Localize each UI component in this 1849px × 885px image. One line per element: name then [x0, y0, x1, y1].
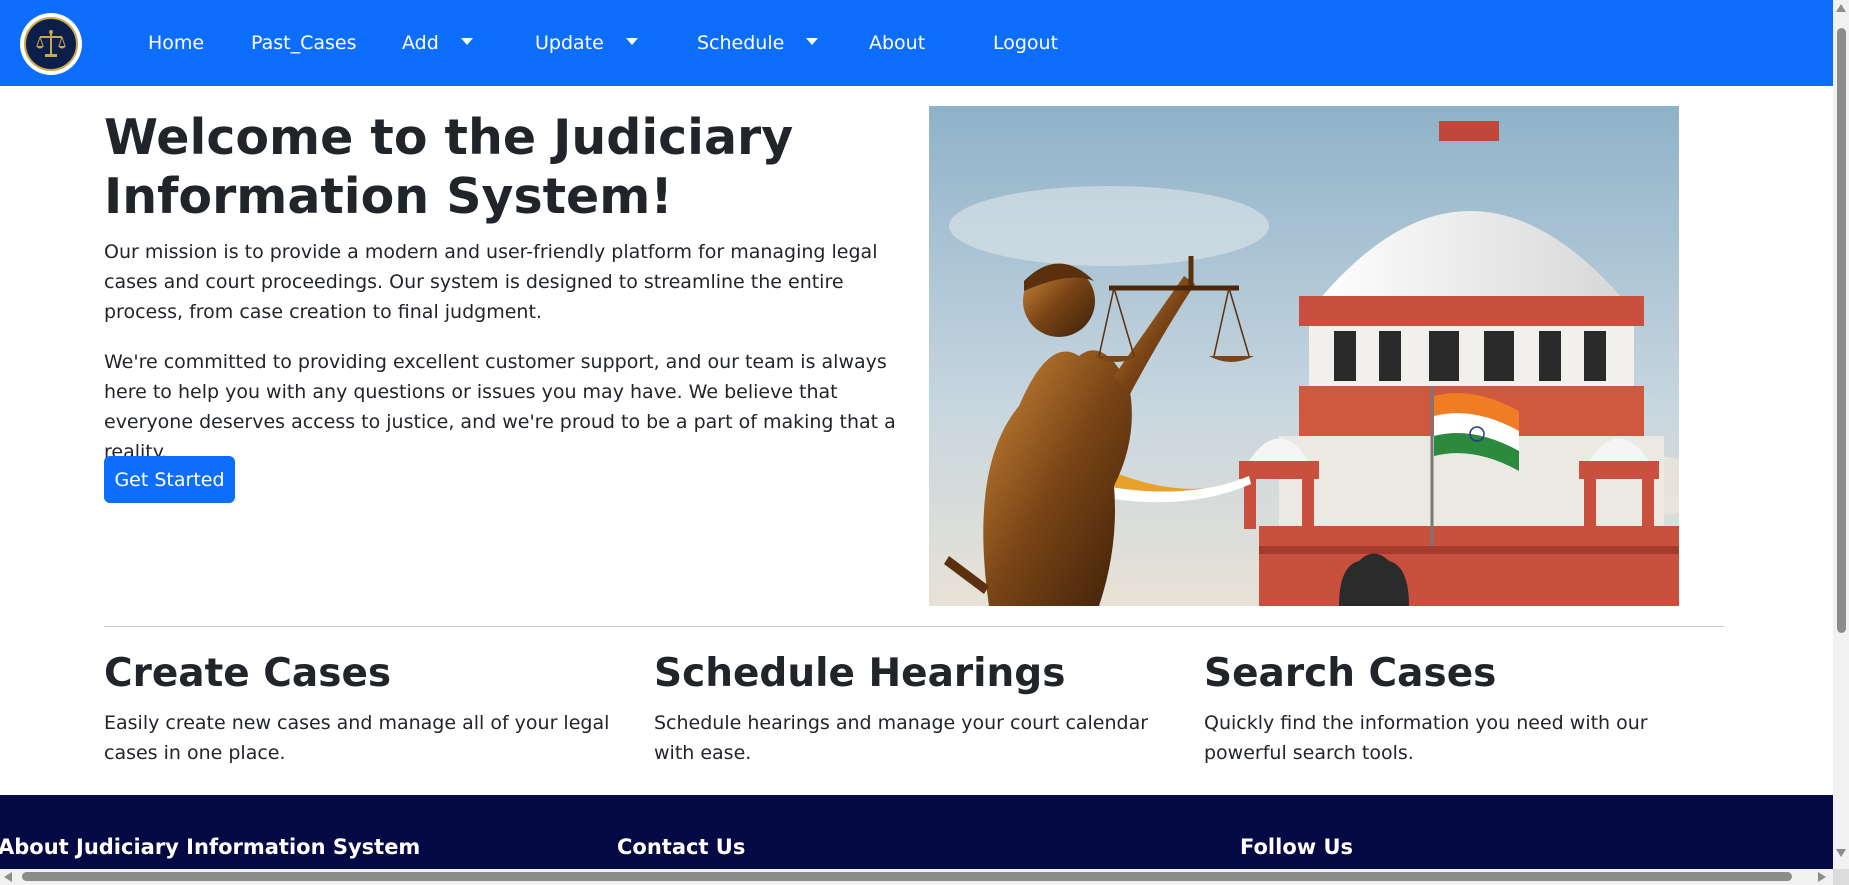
horizontal-scrollbar-thumb[interactable]: [22, 872, 1792, 881]
nav-schedule-label: Schedule: [697, 32, 785, 54]
nav-past-cases[interactable]: Past_Cases: [251, 0, 357, 86]
scales-of-justice-icon: [24, 17, 78, 71]
nav-about[interactable]: About: [869, 0, 925, 86]
footer-heading-about: About Judiciary Information System: [0, 835, 421, 859]
site-logo[interactable]: [20, 13, 82, 75]
feature-description: Quickly find the information you need wi…: [1204, 712, 1648, 764]
get-started-button[interactable]: Get Started: [104, 456, 235, 503]
scroll-up-arrow-icon[interactable]: [1836, 4, 1846, 12]
scroll-left-arrow-icon[interactable]: [4, 872, 12, 882]
feature-title: Create Cases: [104, 651, 392, 696]
top-navbar: Home Past_Cases Add Update Schedule Abou…: [0, 0, 1833, 86]
scroll-down-arrow-icon[interactable]: [1836, 849, 1846, 857]
nav-schedule-dropdown[interactable]: Schedule: [697, 0, 819, 86]
feature-title: Search Cases: [1204, 651, 1497, 696]
nav-home[interactable]: Home: [148, 0, 204, 86]
nav-update-label: Update: [535, 32, 604, 54]
caret-down-icon: [460, 37, 473, 45]
nav-home-label: Home: [148, 32, 205, 54]
nav-logout-label: Logout: [993, 32, 1059, 54]
feature-schedule-hearings: Schedule Hearings Schedule hearings and …: [654, 650, 1184, 768]
vertical-scrollbar-thumb[interactable]: [1837, 28, 1846, 633]
caret-down-icon: [625, 37, 638, 45]
page-viewport: Home Past_Cases Add Update Schedule Abou…: [0, 0, 1833, 869]
hero-mission-paragraph: Our mission is to provide a modern and u…: [104, 241, 878, 323]
nav-add-label: Add: [402, 32, 439, 54]
hero-title: Welcome to the Judiciary Information Sys…: [104, 109, 794, 225]
nav-add-dropdown[interactable]: Add: [402, 0, 473, 86]
feature-description: Easily create new cases and manage all o…: [104, 712, 610, 764]
nav-logout[interactable]: Logout: [993, 0, 1058, 86]
feature-create-cases: Create Cases Easily create new cases and…: [104, 650, 634, 768]
feature-title: Schedule Hearings: [654, 651, 1066, 696]
caret-down-icon: [806, 37, 819, 45]
footer-heading-follow: Follow Us: [1240, 835, 1354, 859]
hero-image-justice-court: [929, 106, 1679, 606]
scrollbar-corner: [1833, 869, 1849, 885]
nav-about-label: About: [869, 32, 926, 54]
section-divider: [104, 626, 1724, 627]
feature-search-cases: Search Cases Quickly find the informatio…: [1204, 650, 1734, 768]
nav-update-dropdown[interactable]: Update: [535, 0, 638, 86]
hero-support-paragraph: We're committed to providing excellent c…: [104, 351, 896, 463]
feature-description: Schedule hearings and manage your court …: [654, 712, 1149, 764]
scroll-right-arrow-icon[interactable]: [1818, 872, 1826, 882]
footer-heading-contact: Contact Us: [617, 835, 746, 859]
nav-past-cases-label: Past_Cases: [251, 32, 357, 54]
